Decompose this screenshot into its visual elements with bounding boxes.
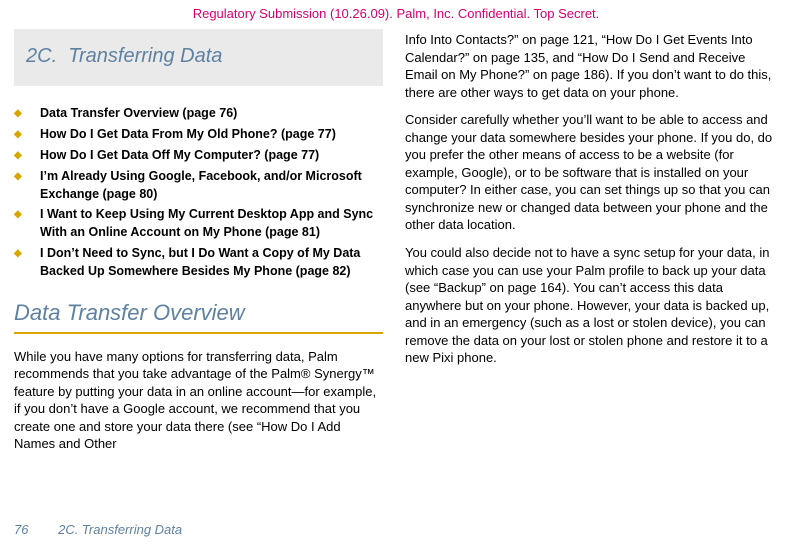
left-column: 2C. Transferring Data ◆ Data Transfer Ov…: [14, 21, 383, 463]
page-footer: 76 2C. Transferring Data: [14, 522, 182, 537]
page-number: 76: [14, 522, 28, 537]
diamond-icon: ◆: [14, 244, 40, 263]
section-title: Data Transfer Overview: [14, 300, 383, 326]
diamond-icon: ◆: [14, 167, 40, 186]
toc-item[interactable]: ◆ Data Transfer Overview (page 76): [14, 104, 383, 123]
toc-label: Data Transfer Overview (page 76): [40, 104, 237, 122]
paragraph: While you have many options for transfer…: [14, 348, 383, 453]
body-text-left: While you have many options for transfer…: [14, 348, 383, 453]
toc-item[interactable]: ◆ How Do I Get Data From My Old Phone? (…: [14, 125, 383, 144]
chapter-heading-box: 2C. Transferring Data: [14, 29, 383, 86]
toc-label: How Do I Get Data Off My Computer? (page…: [40, 146, 319, 164]
toc-item[interactable]: ◆ How Do I Get Data Off My Computer? (pa…: [14, 146, 383, 165]
toc-label: I’m Already Using Google, Facebook, and/…: [40, 167, 383, 203]
paragraph: Consider carefully whether you’ll want t…: [405, 111, 774, 234]
toc-label: I Want to Keep Using My Current Desktop …: [40, 205, 383, 241]
section-rule: [14, 332, 383, 334]
right-column: Info Into Contacts?” on page 121, “How D…: [405, 21, 774, 463]
diamond-icon: ◆: [14, 104, 40, 123]
running-head: 2C. Transferring Data: [58, 522, 182, 537]
table-of-contents: ◆ Data Transfer Overview (page 76) ◆ How…: [14, 104, 383, 280]
chapter-number: 2C.: [26, 45, 57, 67]
toc-label: How Do I Get Data From My Old Phone? (pa…: [40, 125, 336, 143]
confidential-banner: Regulatory Submission (10.26.09). Palm, …: [0, 0, 792, 21]
paragraph: You could also decide not to have a sync…: [405, 244, 774, 367]
toc-item[interactable]: ◆ I Want to Keep Using My Current Deskto…: [14, 205, 383, 241]
page-body: 2C. Transferring Data ◆ Data Transfer Ov…: [0, 21, 792, 463]
diamond-icon: ◆: [14, 205, 40, 224]
paragraph: Info Into Contacts?” on page 121, “How D…: [405, 31, 774, 101]
chapter-title: Transferring Data: [68, 45, 222, 67]
diamond-icon: ◆: [14, 125, 40, 144]
toc-label: I Don’t Need to Sync, but I Do Want a Co…: [40, 244, 383, 280]
toc-item[interactable]: ◆ I’m Already Using Google, Facebook, an…: [14, 167, 383, 203]
toc-item[interactable]: ◆ I Don’t Need to Sync, but I Do Want a …: [14, 244, 383, 280]
diamond-icon: ◆: [14, 146, 40, 165]
